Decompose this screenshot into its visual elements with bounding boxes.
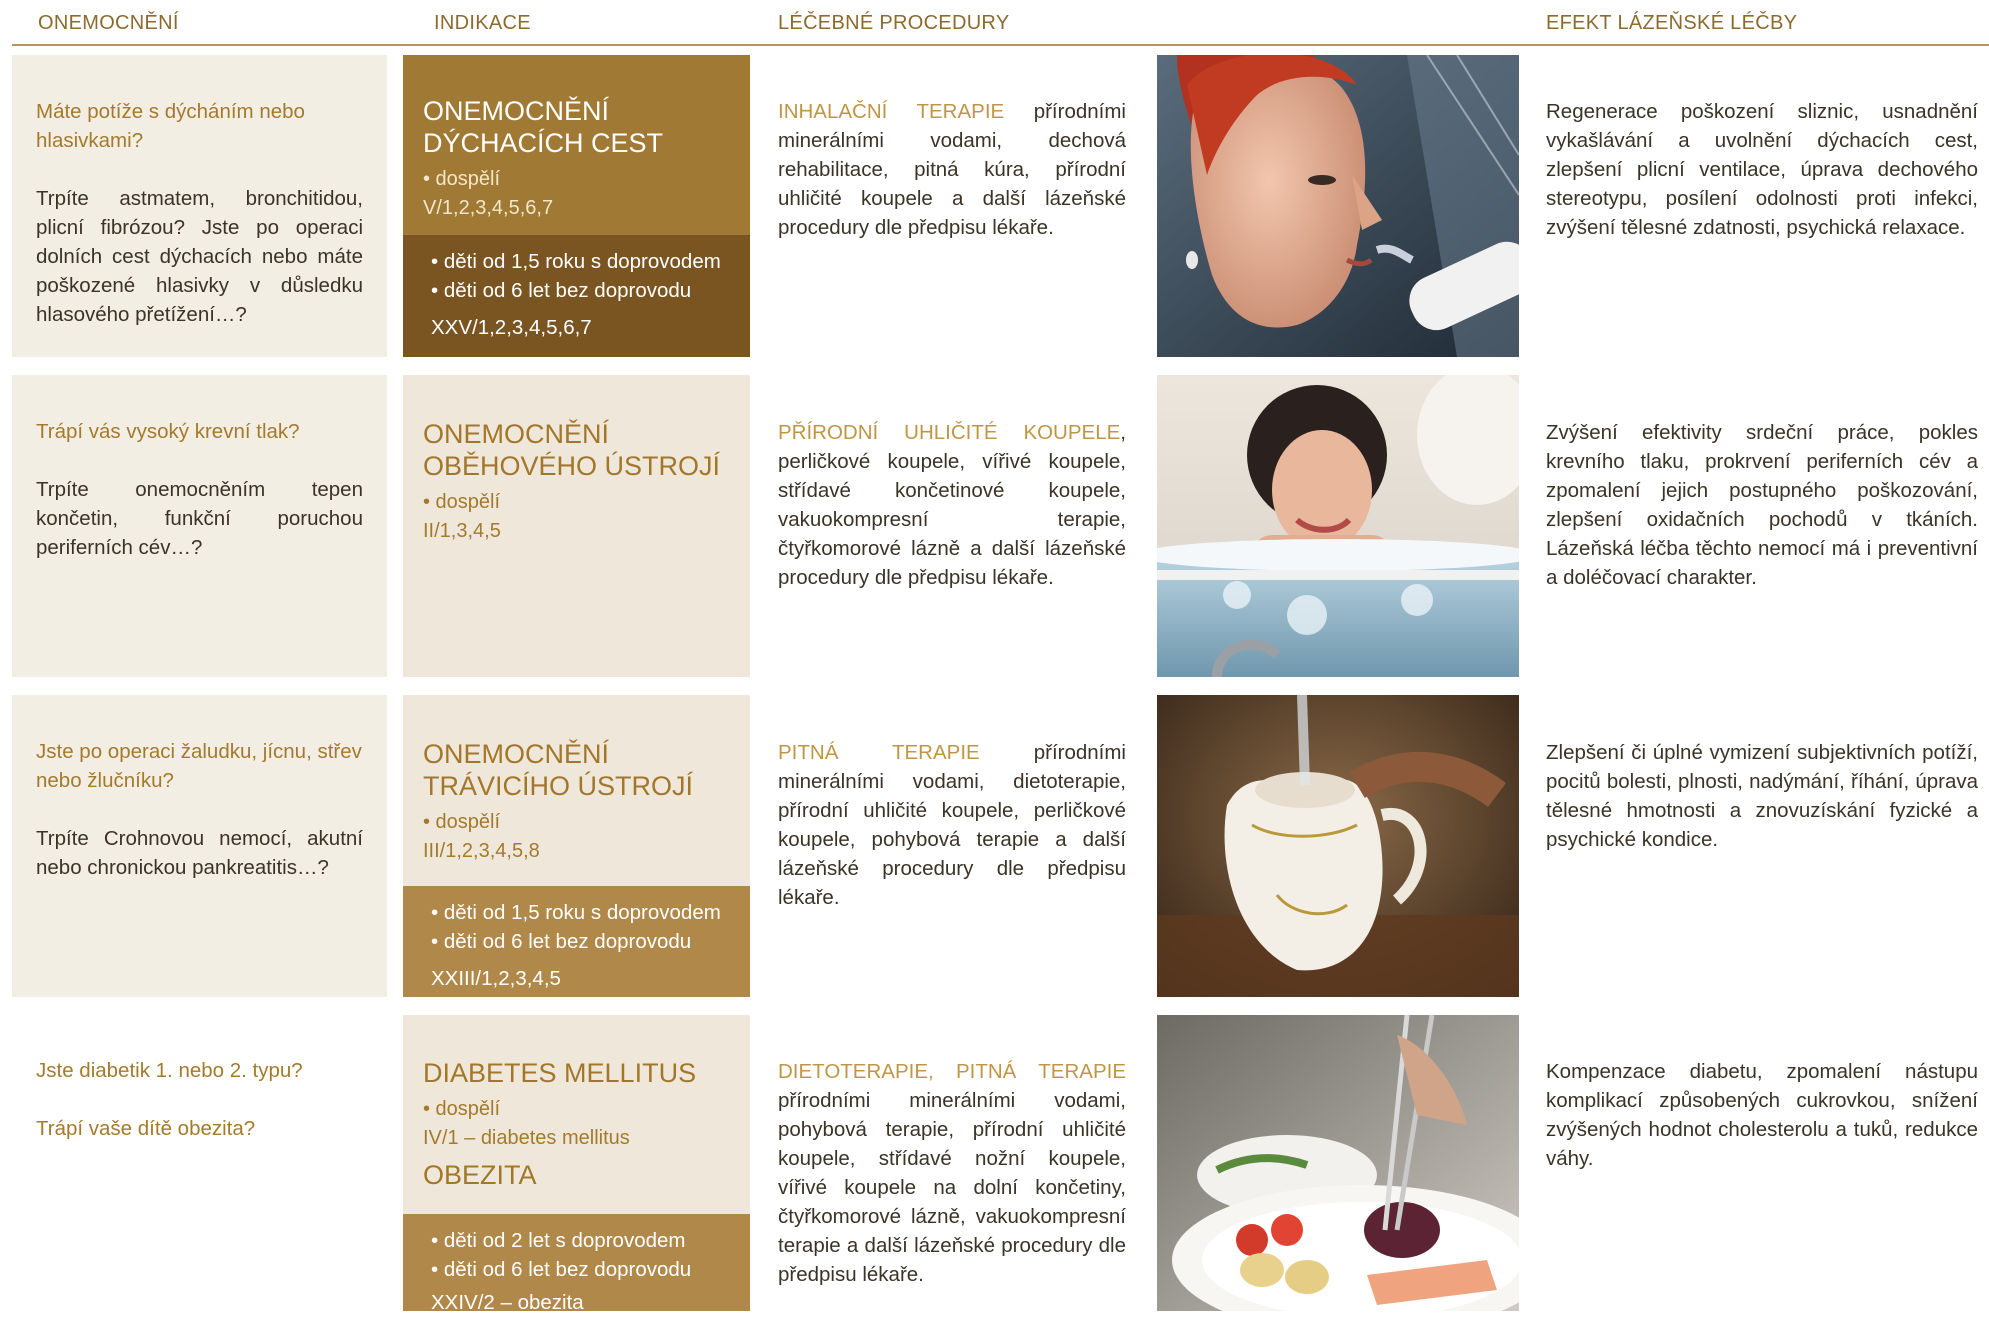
effect-text: Regenerace poškození sliznic, usnadnění … — [1546, 100, 1978, 239]
procedure-text: DIETOTERAPIE, PITNÁ TERAPIE přírodními m… — [778, 1057, 1126, 1289]
procedure-highlight: INHALAČNÍ TERAPIE — [778, 100, 1005, 123]
procedure-body: , perličkové koupele, vířivé koupele, st… — [778, 421, 1126, 589]
child-label-2: • děti od 6 let bez doprovodu — [431, 1258, 692, 1281]
question-text: Trpíte astmatem, bronchitidou, plicní fi… — [36, 187, 363, 326]
children-box: • děti od 1,5 roku s doprovodem • děti o… — [403, 235, 750, 357]
question-cell: Trápí vás vysoký krevní tlak? Trpíte one… — [12, 375, 387, 677]
child-label-1: • děti od 1,5 roku s doprovodem — [431, 250, 721, 273]
child-label-2: • děti od 6 let bez doprovodu — [431, 930, 692, 953]
child-label-1: • děti od 2 let s doprovodem — [431, 1229, 686, 1252]
indication-cell: ONEMOCNĚNÍ DÝCHACÍCH CEST • dospělí V/1,… — [403, 55, 750, 357]
child-code: XXV/1,2,3,4,5,6,7 — [431, 316, 592, 339]
adult-code: IV/1 – diabetes mellitus — [423, 1127, 630, 1149]
question-text: Trpíte Crohnovou nemocí, akutní nebo chr… — [36, 827, 363, 879]
indication-cell: ONEMOCNĚNÍ OBĚHOVÉHO ÚSTROJÍ • dospělí I… — [403, 375, 750, 677]
indication-title: ONEMOCNĚNÍ DÝCHACÍCH CEST — [423, 96, 664, 158]
adult-code: II/1,3,4,5 — [423, 520, 501, 542]
child-code: XXIV/2 – obezita — [431, 1291, 584, 1314]
indication-cell: ONEMOCNĚNÍ TRÁVICÍHO ÚSTROJÍ • dospělí I… — [403, 695, 750, 997]
procedure-body: přírodními minerálními vodami, dietotera… — [778, 741, 1126, 909]
children-box: • děti od 1,5 roku s doprovodem • děti o… — [403, 886, 750, 997]
indication-title: ONEMOCNĚNÍ TRÁVICÍHO ÚSTROJÍ — [423, 739, 694, 801]
adult-label: • dospělí — [423, 491, 501, 513]
woman-inhalation-photo — [1157, 55, 1519, 357]
procedure-highlight: DIETOTERAPIE, PITNÁ TERAPIE — [778, 1060, 1126, 1083]
adult-label: • dospělí — [423, 811, 501, 833]
question-cell: Jste diabetik 1. nebo 2. typu? Trápí vaš… — [12, 1015, 387, 1311]
adult-label: • dospělí — [423, 1098, 501, 1120]
question: Máte potíže s dýcháním nebo hlasivkami? — [36, 100, 305, 152]
table-header: ONEMOCNĚNÍ INDIKACE LÉČEBNÉ PROCEDURY EF… — [0, 0, 1989, 46]
procedure-text: INHALAČNÍ TERAPIE přírodními minerálními… — [778, 97, 1126, 242]
adult-code: V/1,2,3,4,5,6,7 — [423, 197, 554, 219]
procedure-text: PŘÍRODNÍ UHLIČITÉ KOUPELE, perličkové ko… — [778, 418, 1126, 592]
question: Jste po operaci žaludku, jícnu, střev ne… — [36, 740, 362, 792]
effect-text: Zlepšení či úplné vymizení subjektivních… — [1546, 741, 1978, 851]
child-label-2: • děti od 6 let bez doprovodu — [431, 279, 692, 302]
indication-title: ONEMOCNĚNÍ OBĚHOVÉHO ÚSTROJÍ — [423, 419, 721, 481]
indication-cell: DIABETES MELLITUS • dospělí IV/1 – diabe… — [403, 1015, 750, 1314]
children-box: • děti od 2 let s doprovodem • děti od 6… — [403, 1214, 750, 1314]
spa-cup-photo — [1157, 695, 1519, 997]
effect-text: Zvýšení efektivity srdeční práce, pokles… — [1546, 421, 1978, 589]
header-effect: EFEKT LÁZEŇSKÉ LÉČBY — [1546, 12, 1798, 34]
header-indication: INDIKACE — [434, 12, 531, 34]
woman-bath-photo — [1157, 375, 1519, 677]
adult-code: III/1,2,3,4,5,8 — [423, 840, 540, 862]
diet-plate-photo — [1157, 1015, 1519, 1311]
indication-title-2: OBEZITA — [423, 1160, 537, 1190]
effect-text: Kompenzace diabetu, zpomalení nástupu ko… — [1546, 1060, 1978, 1170]
child-label-1: • děti od 1,5 roku s doprovodem — [431, 901, 721, 924]
indication-title: DIABETES MELLITUS — [423, 1058, 697, 1088]
procedure-body: přírodními minerálními vodami, pohybová … — [778, 1089, 1126, 1286]
question-cell: Máte potíže s dýcháním nebo hlasivkami? … — [12, 55, 387, 357]
adult-label: • dospělí — [423, 168, 501, 190]
question-2: Trápí vaše dítě obezita? — [36, 1117, 256, 1140]
question: Trápí vás vysoký krevní tlak? — [36, 420, 300, 443]
procedure-highlight: PITNÁ TERAPIE — [778, 741, 980, 764]
question: Jste diabetik 1. nebo 2. typu? — [36, 1059, 303, 1082]
procedure-text: PITNÁ TERAPIE přírodními minerálními vod… — [778, 738, 1126, 912]
question-cell: Jste po operaci žaludku, jícnu, střev ne… — [12, 695, 387, 997]
child-code: XXIII/1,2,3,4,5 — [431, 967, 561, 990]
procedure-highlight: PŘÍRODNÍ UHLIČITÉ KOUPELE — [778, 421, 1121, 444]
header-procedures: LÉČEBNÉ PROCEDURY — [778, 12, 1010, 34]
question-text: Trpíte onemocněním tepen končetin, funkč… — [36, 478, 363, 559]
header-divider — [12, 44, 1989, 46]
header-disease: ONEMOCNĚNÍ — [38, 12, 179, 34]
